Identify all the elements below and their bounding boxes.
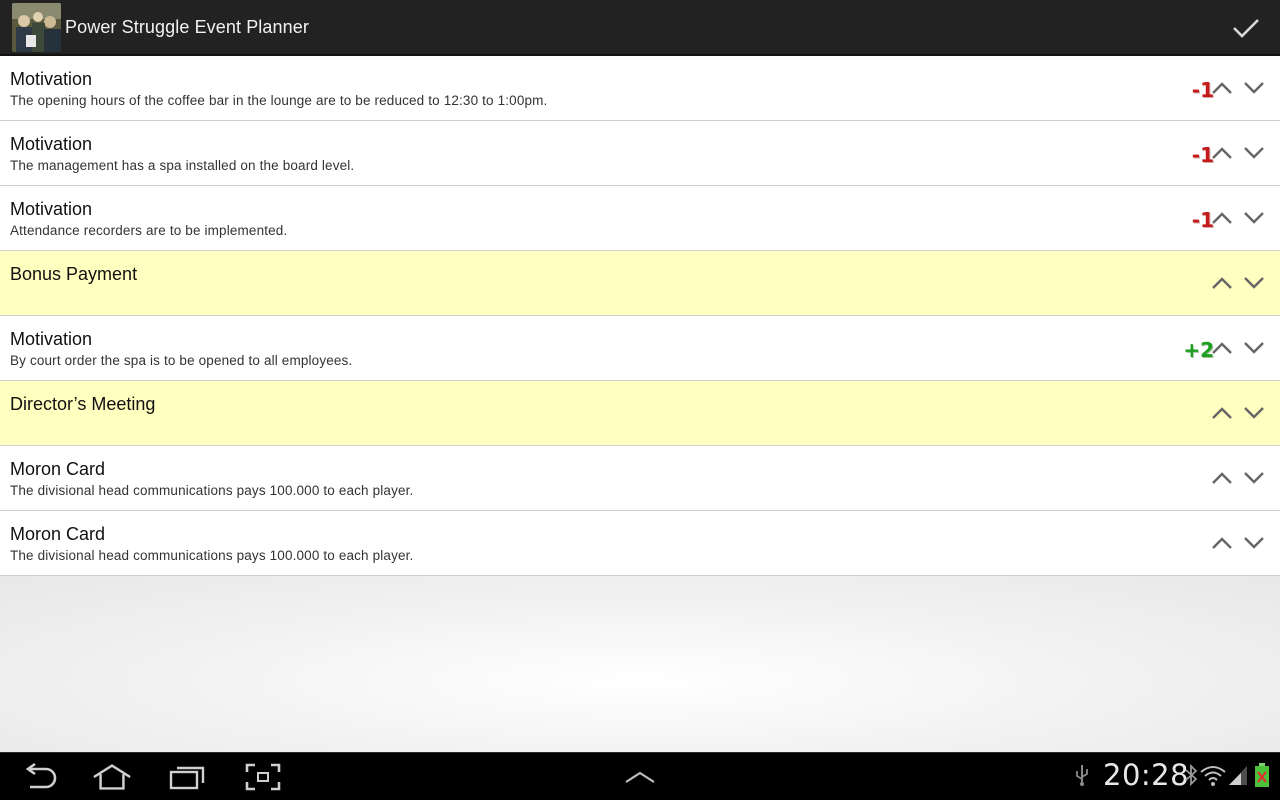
event-title: Motivation (10, 134, 93, 154)
event-title: Motivation (10, 329, 93, 349)
event-title: Motivation (10, 199, 93, 219)
event-title: Director’s Meeting (10, 394, 156, 414)
move-up-button[interactable] (1209, 141, 1235, 165)
wifi-icon (1200, 762, 1226, 788)
move-down-button[interactable] (1241, 271, 1267, 295)
chevron-down-icon (1244, 147, 1264, 159)
event-row[interactable]: Motivation By court order the spa is to … (0, 316, 1280, 381)
event-row[interactable]: Bonus Payment (0, 251, 1280, 316)
event-description: The divisional head communications pays … (10, 483, 414, 498)
checkmark-icon (1233, 19, 1259, 38)
move-down-button[interactable] (1241, 466, 1267, 490)
chevron-up-icon (1212, 537, 1232, 549)
chevron-up-icon (1212, 472, 1232, 484)
move-down-button[interactable] (1241, 76, 1267, 100)
event-description: By court order the spa is to be opened t… (10, 353, 353, 368)
chevron-down-icon (1244, 342, 1264, 354)
move-up-button[interactable] (1209, 531, 1235, 555)
event-row[interactable]: Moron Card The divisional head communica… (0, 511, 1280, 576)
event-row[interactable]: Motivation The opening hours of the coff… (0, 56, 1280, 121)
event-row[interactable]: Moron Card The divisional head communica… (0, 446, 1280, 511)
app-thumbnail-icon[interactable] (12, 2, 61, 52)
move-down-button[interactable] (1241, 336, 1267, 360)
action-bar: Power Struggle Event Planner (0, 0, 1280, 56)
chevron-down-icon (1244, 537, 1264, 549)
event-title: Bonus Payment (10, 264, 138, 284)
event-description: The divisional head communications pays … (10, 548, 414, 563)
confirm-button[interactable] (1230, 12, 1262, 44)
event-row[interactable]: Motivation The management has a spa inst… (0, 121, 1280, 186)
back-icon (25, 763, 57, 789)
chevron-up-icon (1212, 82, 1232, 94)
chevron-up-icon (1212, 342, 1232, 354)
usb-icon (1074, 762, 1090, 788)
move-down-button[interactable] (1241, 141, 1267, 165)
signal-icon (1227, 762, 1249, 788)
battery-icon (1254, 762, 1270, 788)
event-row[interactable]: Motivation Attendance recorders are to b… (0, 186, 1280, 251)
back-button[interactable] (20, 761, 60, 793)
app-title: Power Struggle Event Planner (65, 16, 309, 37)
status-clock: 20:28 (1103, 758, 1190, 792)
event-row[interactable]: Director’s Meeting (0, 381, 1280, 446)
chevron-up-icon (1212, 277, 1232, 289)
move-up-button[interactable] (1209, 76, 1235, 100)
chevron-up-icon (1212, 147, 1232, 159)
screenshot-button[interactable] (243, 761, 283, 793)
move-up-button[interactable] (1209, 336, 1235, 360)
recent-apps-button[interactable] (168, 761, 208, 793)
move-up-button[interactable] (1209, 271, 1235, 295)
event-description: The opening hours of the coffee bar in t… (10, 93, 548, 108)
menu-up-icon (625, 771, 655, 783)
chevron-down-icon (1244, 407, 1264, 419)
move-down-button[interactable] (1241, 206, 1267, 230)
event-title: Moron Card (10, 459, 106, 479)
move-up-button[interactable] (1209, 401, 1235, 425)
chevron-down-icon (1244, 82, 1264, 94)
chevron-down-icon (1244, 212, 1264, 224)
chevron-up-icon (1212, 212, 1232, 224)
event-description: The management has a spa installed on th… (10, 158, 355, 173)
event-list: Motivation The opening hours of the coff… (0, 56, 1280, 576)
chevron-down-icon (1244, 277, 1264, 289)
chevron-down-icon (1244, 472, 1264, 484)
chevron-up-icon (1212, 407, 1232, 419)
recent-apps-icon (169, 766, 205, 790)
bluetooth-icon (1184, 762, 1198, 788)
move-down-button[interactable] (1241, 401, 1267, 425)
home-button[interactable] (92, 761, 132, 793)
screenshot-icon (245, 763, 281, 791)
event-title: Motivation (10, 69, 93, 89)
move-up-button[interactable] (1209, 206, 1235, 230)
event-title: Moron Card (10, 524, 106, 544)
empty-list-area (0, 576, 1280, 752)
move-up-button[interactable] (1209, 466, 1235, 490)
move-down-button[interactable] (1241, 531, 1267, 555)
home-icon (93, 764, 131, 790)
event-description: Attendance recorders are to be implement… (10, 223, 288, 238)
menu-up-button[interactable] (620, 761, 660, 793)
